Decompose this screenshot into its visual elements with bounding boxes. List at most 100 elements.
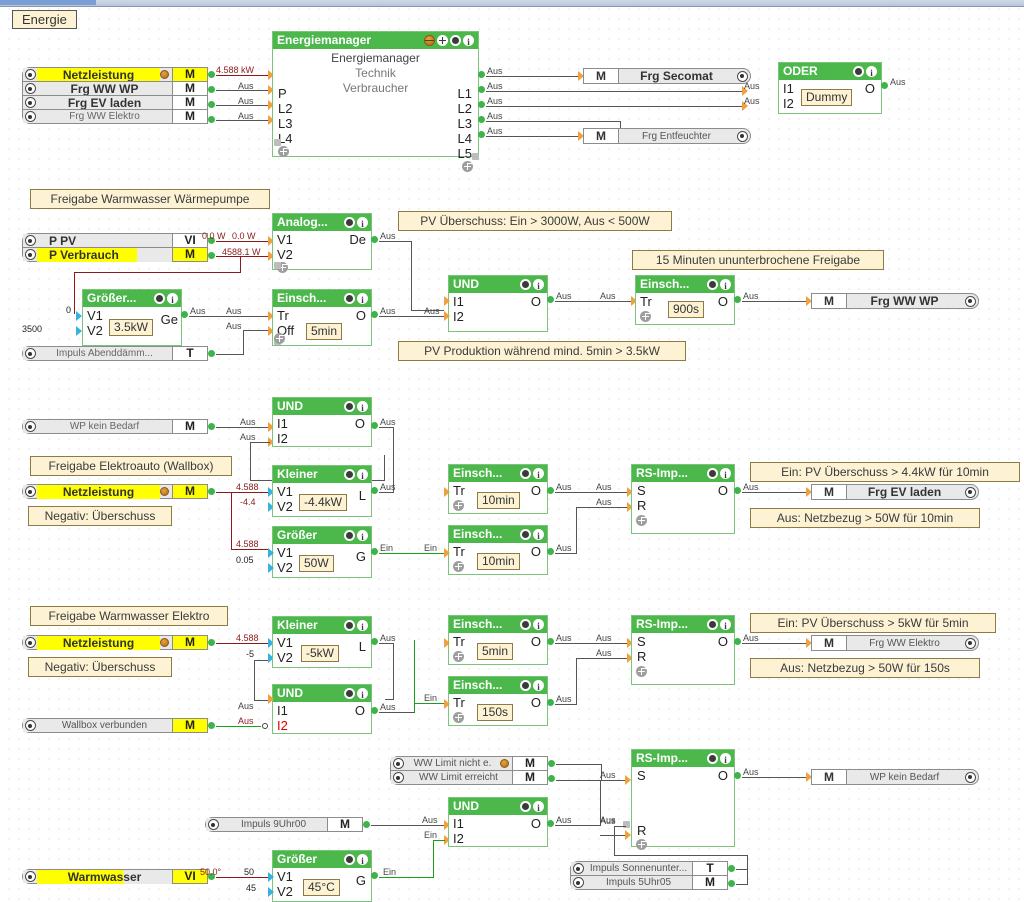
io-row-wp-kein-bedarf[interactable]: WP kein Bedarf M	[22, 419, 208, 434]
block-header[interactable]: RS-Imp...	[632, 616, 734, 633]
gear-icon[interactable]	[520, 468, 531, 479]
add-input-button[interactable]	[636, 839, 647, 850]
add-input-button[interactable]	[278, 146, 289, 157]
gear-icon[interactable]	[23, 248, 37, 261]
info-icon[interactable]	[357, 687, 368, 702]
port-out[interactable]	[371, 707, 378, 714]
gear-icon[interactable]	[23, 110, 37, 123]
info-icon[interactable]	[720, 752, 731, 767]
port-out[interactable]	[371, 638, 378, 645]
gear-icon[interactable]	[23, 420, 37, 433]
block-header[interactable]: UND	[449, 798, 547, 815]
port-in[interactable]	[268, 694, 274, 704]
port-out[interactable]	[208, 71, 215, 78]
block-und-wp[interactable]: UND I1 I2 O	[448, 797, 548, 847]
block-value-chip[interactable]: -4.4kW	[299, 494, 348, 511]
io-row[interactable]: Netzleistung M	[22, 635, 208, 650]
block-value-chip[interactable]: Dummy	[801, 89, 853, 106]
block-header[interactable]: Einsch...	[449, 616, 547, 633]
add-input-button[interactable]	[274, 333, 285, 344]
block-value-chip[interactable]: 3.5kW	[109, 319, 154, 336]
gear-icon[interactable]	[344, 530, 355, 541]
add-input-button[interactable]	[453, 712, 464, 723]
block-groesser-45c[interactable]: Größer V1 V2 45°C G	[272, 850, 372, 902]
port-out[interactable]	[547, 699, 554, 706]
port-in[interactable]	[444, 638, 450, 648]
info-icon[interactable]	[720, 278, 731, 293]
gear-icon[interactable]	[962, 637, 978, 649]
port-unused[interactable]	[274, 139, 281, 146]
port-in[interactable]	[268, 563, 274, 573]
port-out[interactable]	[208, 116, 215, 123]
gear-icon[interactable]	[154, 293, 165, 304]
port-unused[interactable]	[274, 262, 281, 269]
block-und-ev[interactable]: UND I1 I2 O	[272, 397, 372, 447]
block-oder[interactable]: ODER I1 I2 Dummy O	[778, 62, 882, 114]
io-row[interactable]: M Frg Entfeuchter	[583, 128, 751, 144]
io-row-impuls-9uhr00[interactable]: Impuls 9Uhr00 M	[205, 817, 363, 832]
info-icon[interactable]	[533, 800, 544, 815]
io-row[interactable]: WP kein Bedarf M	[22, 419, 208, 434]
io-row-impuls-sonnenuntergang[interactable]: Impuls Sonnenunter... T	[570, 861, 728, 876]
port-out[interactable]	[208, 350, 215, 357]
io-row-wallbox-verbunden[interactable]: Wallbox verbunden M	[22, 718, 208, 733]
block-einschaltverzoegerung-150s[interactable]: Einsch... Tr 150s O	[448, 676, 548, 726]
tab-energie[interactable]: Energie	[12, 10, 77, 29]
block-value-chip[interactable]: 150s	[477, 704, 514, 721]
io-row[interactable]: Wallbox verbunden M	[22, 718, 208, 733]
block-value-chip[interactable]: 10min	[477, 553, 520, 570]
gear-icon[interactable]	[23, 485, 37, 498]
port-out[interactable]	[547, 638, 554, 645]
info-icon[interactable]	[533, 278, 544, 293]
port-out[interactable]	[208, 101, 215, 108]
io-row-netzleistung-ww[interactable]: Netzleistung M	[22, 635, 208, 650]
io-row[interactable]: M Frg WW Elektro	[811, 635, 979, 651]
io-out-frg-entfeuchter[interactable]: M Frg Entfeuchter	[583, 128, 751, 144]
block-und-ww[interactable]: UND I1 I2 O	[448, 275, 548, 332]
port-in[interactable]	[76, 311, 82, 321]
info-icon[interactable]	[357, 619, 368, 634]
info-icon[interactable]	[533, 467, 544, 482]
io-group-ww-limit[interactable]: WW Limit nicht e. M WW Limit erreicht M	[390, 756, 548, 785]
info-icon[interactable]	[357, 853, 368, 868]
block-header[interactable]: Kleiner	[273, 617, 371, 634]
io-row-impuls-abenddaemmerung[interactable]: Impuls Abenddämm... T	[22, 346, 208, 361]
port-out[interactable]	[734, 487, 741, 494]
io-row[interactable]: Impuls 9Uhr00 M	[205, 817, 363, 832]
port-out[interactable]	[547, 820, 554, 827]
block-einschaltverzoegerung-10min-b[interactable]: Einsch... Tr 10min O	[448, 525, 548, 575]
block-header[interactable]: Einsch...	[273, 290, 371, 307]
io-row-ww-limit-erreicht[interactable]: WW Limit erreicht M	[390, 770, 548, 785]
io-row-ww-limit-nicht[interactable]: WW Limit nicht e. M	[390, 756, 548, 771]
port-out[interactable]	[478, 71, 485, 78]
gear-icon[interactable]	[962, 486, 978, 498]
port-out[interactable]	[363, 821, 370, 828]
io-row[interactable]: M Frg WW WP	[811, 293, 979, 309]
info-icon[interactable]	[533, 618, 544, 633]
block-header[interactable]: Energiemanager	[273, 32, 478, 49]
add-output-button[interactable]	[462, 161, 473, 172]
block-header[interactable]: Größer	[273, 851, 371, 868]
add-input-button[interactable]	[640, 311, 651, 322]
gear-icon[interactable]	[23, 719, 37, 732]
gear-icon[interactable]	[520, 529, 531, 540]
block-header[interactable]: Einsch...	[636, 276, 734, 293]
gear-icon[interactable]	[571, 876, 585, 889]
port-in[interactable]	[268, 887, 274, 897]
port-in[interactable]	[444, 699, 450, 709]
block-header[interactable]: Größer...	[83, 290, 181, 307]
info-icon[interactable]	[357, 400, 368, 415]
io-row[interactable]: M WP kein Bedarf	[811, 769, 979, 785]
port-out[interactable]	[734, 638, 741, 645]
port-out[interactable]	[547, 548, 554, 555]
port-out[interactable]	[371, 872, 378, 879]
port-out[interactable]	[478, 131, 485, 138]
block-value-chip[interactable]: 5min	[306, 323, 343, 340]
info-icon[interactable]	[357, 292, 368, 307]
io-out-frg-ev-laden[interactable]: M Frg EV laden	[811, 484, 979, 500]
port-out[interactable]	[208, 722, 215, 729]
info-icon[interactable]	[357, 216, 368, 231]
io-row[interactable]: M Frg EV laden	[811, 484, 979, 500]
block-analog[interactable]: Analog... V1 V2 De	[272, 213, 372, 273]
add-input-button[interactable]	[453, 561, 464, 572]
